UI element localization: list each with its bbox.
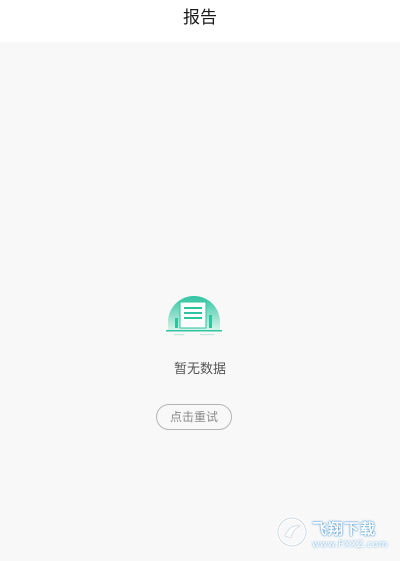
empty-document-icon (166, 296, 222, 336)
empty-report-illustration (164, 288, 224, 340)
page-title: 报告 (183, 8, 217, 28)
watermark-title: 飞翔下载 (312, 520, 377, 538)
watermark-url: www.FXXZ.com (312, 540, 388, 550)
report-page: 报告 暂无数据 点击重试 飞翔下载 www.FXXZ.com (0, 0, 400, 561)
watermark: 飞翔下载 www.FXXZ.com (276, 516, 392, 554)
watermark-logo-icon (276, 516, 308, 548)
top-bar: 报告 (0, 0, 400, 42)
retry-button[interactable]: 点击重试 (156, 404, 232, 430)
empty-message: 暂无数据 (173, 362, 226, 377)
